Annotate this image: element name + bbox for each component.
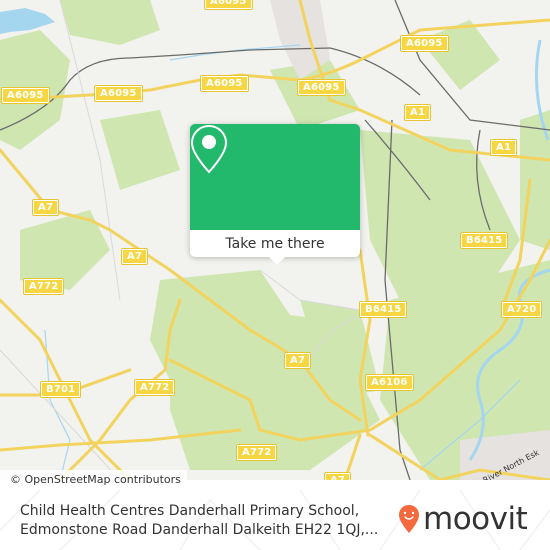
footer: Child Health Centres Danderhall Primary … [0,490,550,550]
road-label-a6095: A6095 [204,0,253,10]
road-label-a6095: A6095 [1,87,50,104]
road-label-a7: A7 [31,199,60,216]
popup-tail [269,257,285,265]
moovit-smiley-pin-icon [399,505,419,533]
road-label-a1: A1 [489,139,518,156]
road-label-b701: B701 [39,381,82,398]
destination-address: Child Health Centres Danderhall Primary … [20,503,379,538]
take-me-there-button[interactable]: Take me there [190,230,360,257]
road-label-a7: A7 [283,352,312,369]
road-label-a772: A772 [133,379,176,396]
map-attribution[interactable]: © OpenStreetMap contributors [0,470,187,490]
road-label-a720: A720 [500,301,543,318]
road-label-b6415: B6415 [459,232,509,249]
road-label-a7: A7 [120,248,149,265]
destination-popup[interactable]: Take me there [190,124,360,265]
road-label-a772: A772 [235,444,278,461]
road-label-a1: A1 [403,104,432,121]
road-label-b6415: B6415 [358,301,408,318]
road-label-a772: A772 [22,278,65,295]
road-label-a6095: A6095 [94,85,143,102]
brand-name: moovit [423,501,528,537]
road-label-a7: A7 [323,472,352,480]
road-label-a6106: A6106 [365,374,414,391]
popup-header [190,124,360,230]
moovit-logo[interactable]: moovit [398,501,528,537]
road-label-a6095: A6095 [400,35,449,52]
map-pin-icon [190,124,228,174]
road-label-a6095: A6095 [200,75,249,92]
road-label-a6095: A6095 [297,79,346,96]
map[interactable]: A6095 A6095 A6095 A6095 A6095 A6095 A1 A… [0,0,550,480]
